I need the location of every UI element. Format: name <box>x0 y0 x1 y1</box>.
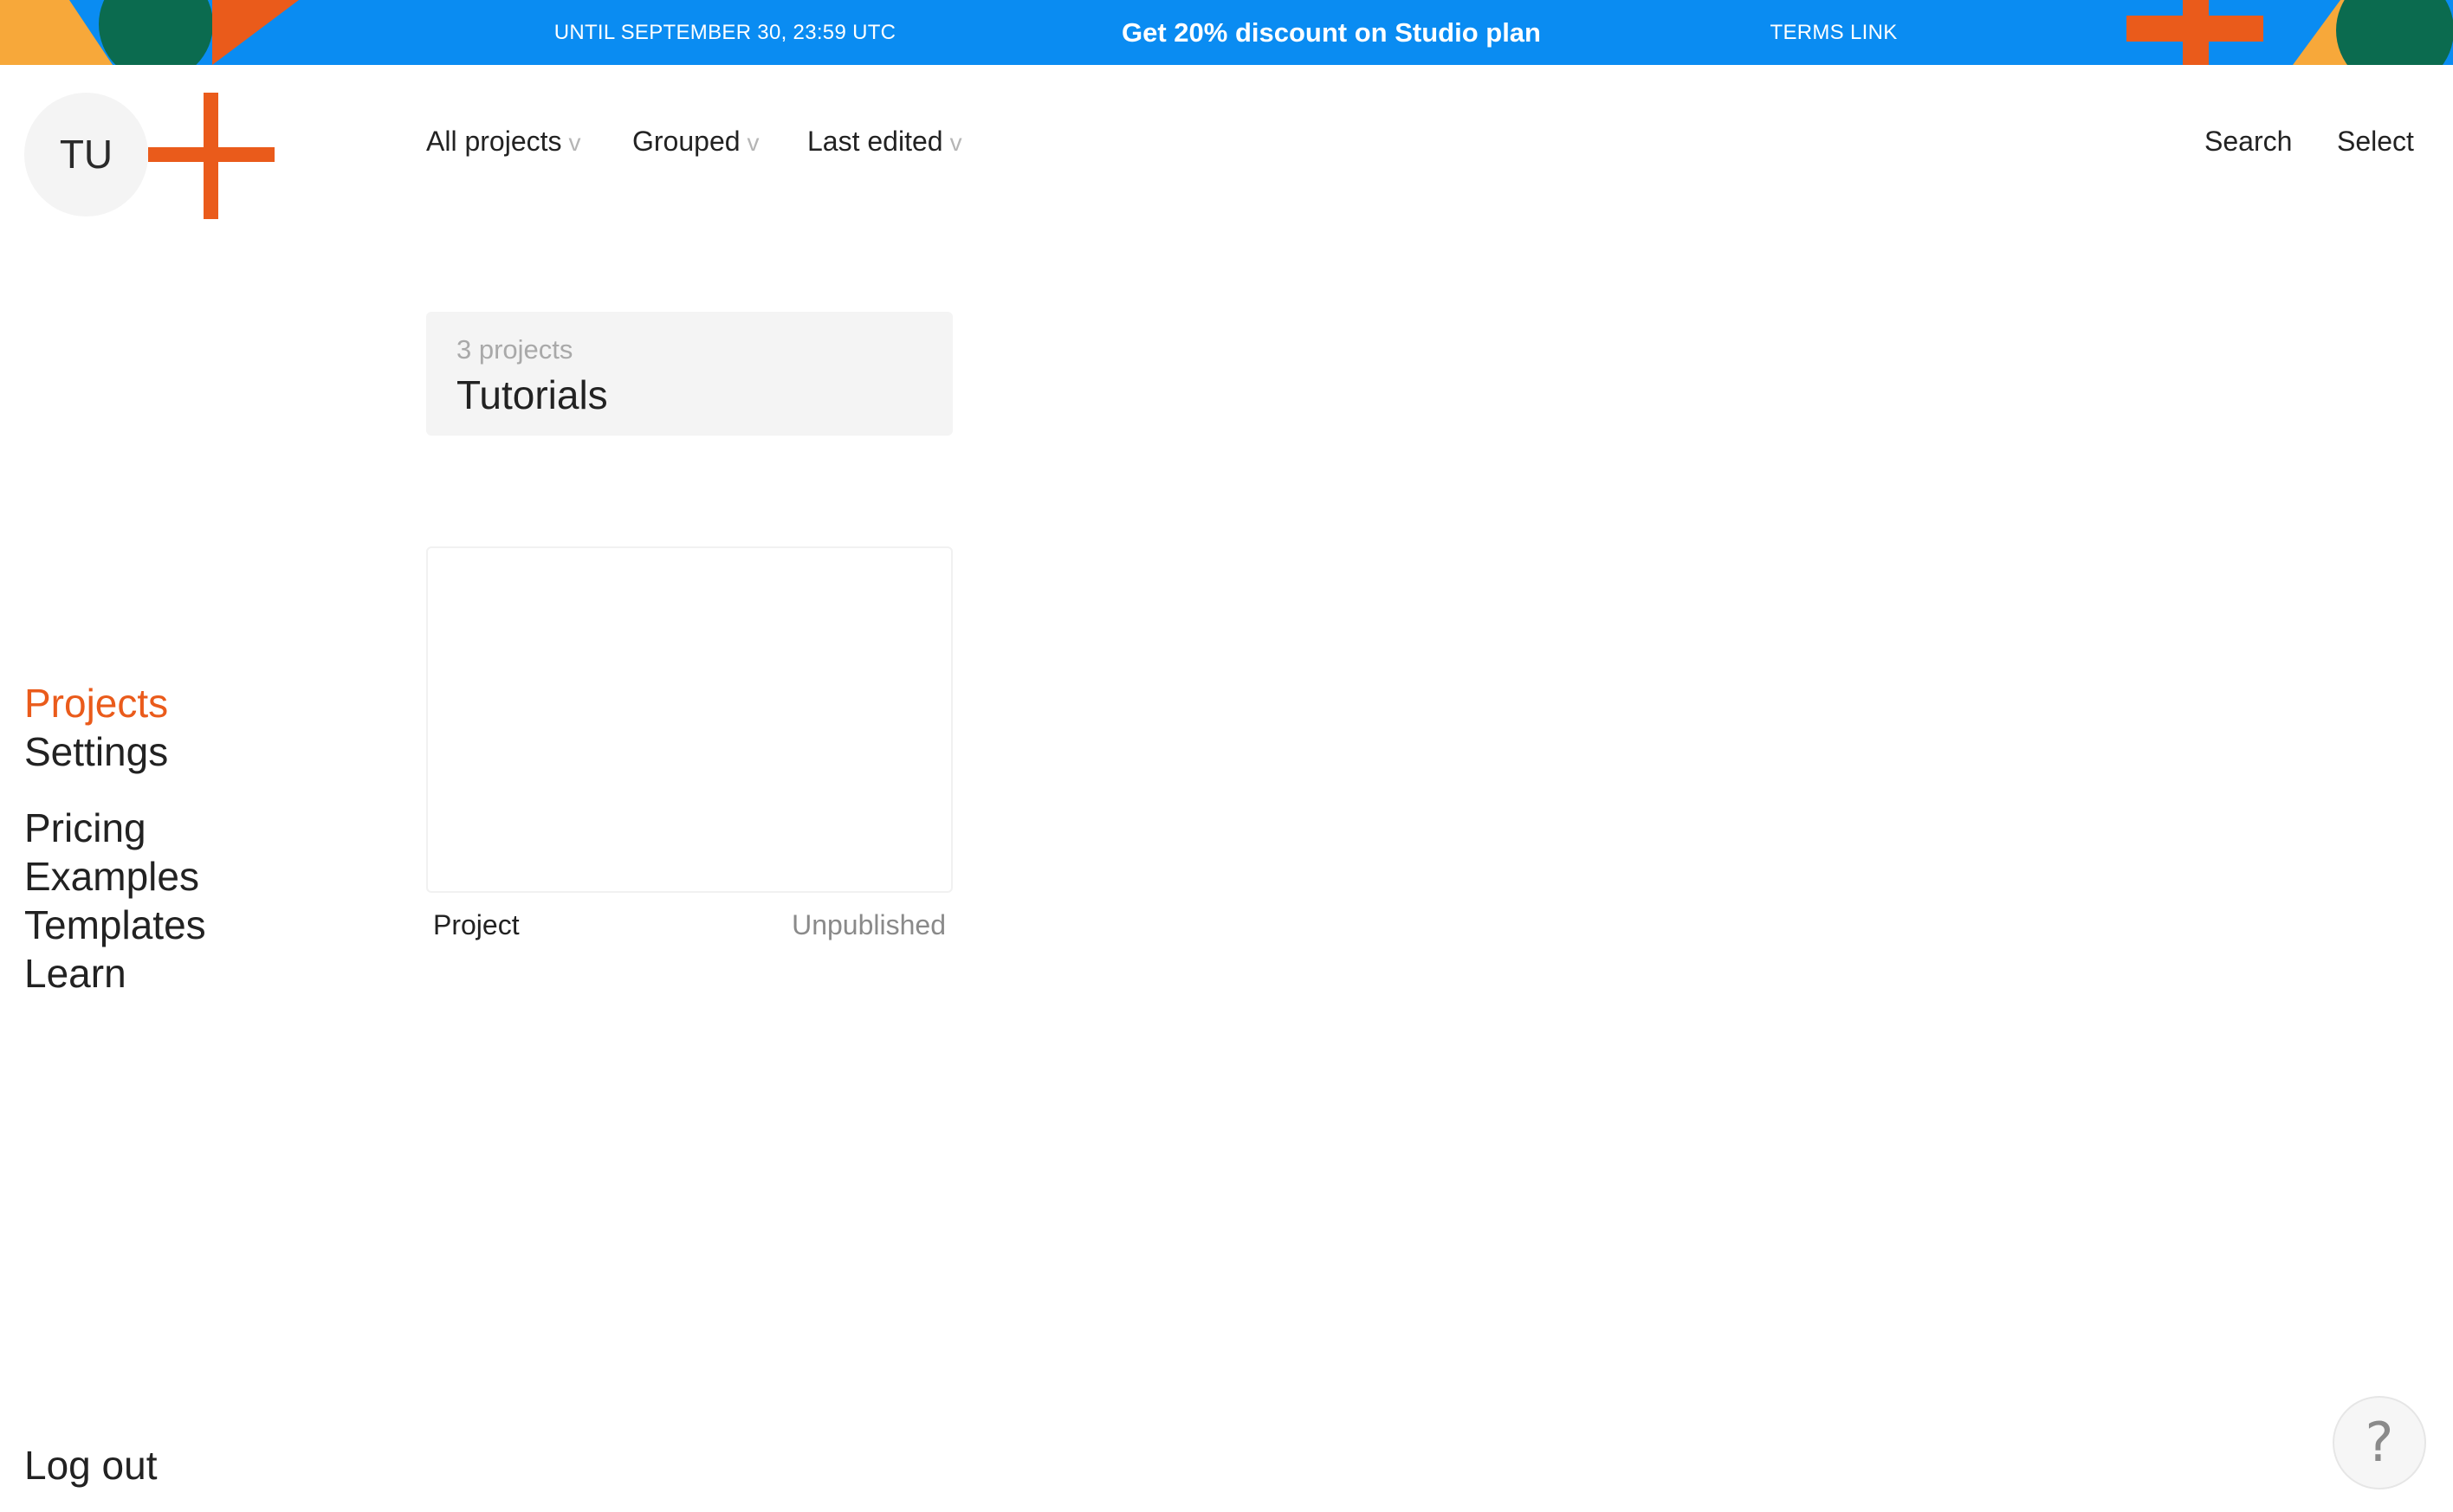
banner-terms-link[interactable]: TERMS LINK <box>1770 0 1897 65</box>
project-thumbnail[interactable] <box>426 546 953 893</box>
filter-dropdown-label: All projects <box>426 126 562 157</box>
plus-icon[interactable] <box>148 93 275 219</box>
nav-item-pricing[interactable]: Pricing <box>24 804 146 852</box>
nav-item-learn[interactable]: Learn <box>24 949 126 998</box>
nav-item-examples[interactable]: Examples <box>24 852 199 901</box>
group-dropdown[interactable]: Grouped v <box>632 126 760 158</box>
help-icon: ? <box>2365 1411 2394 1474</box>
banner-decoration-right <box>2126 0 2453 65</box>
nav-item-projects[interactable]: Projects <box>24 679 168 727</box>
nav-item-settings[interactable]: Settings <box>24 727 168 776</box>
group-dropdown-label: Grouped <box>632 126 741 157</box>
project-status-label: Unpublished <box>792 909 946 940</box>
filter-dropdown[interactable]: All projects v <box>426 126 581 158</box>
user-avatar[interactable]: TU <box>24 93 148 216</box>
folder-card-tutorials[interactable]: 3 projects Tutorials <box>426 312 953 436</box>
logout-link[interactable]: Log out <box>24 1441 157 1489</box>
project-name[interactable]: Project <box>433 909 520 941</box>
promo-banner: UNTIL SEPTEMBER 30, 23:59 UTC Get 20% di… <box>0 0 2453 65</box>
chevron-down-icon: v <box>949 129 962 156</box>
chevron-down-icon: v <box>568 129 581 156</box>
select-button[interactable]: Select <box>2337 126 2414 158</box>
search-button[interactable]: Search <box>2204 126 2292 158</box>
banner-offer-text: Get 20% discount on Studio plan <box>1122 17 1541 48</box>
chevron-down-icon: v <box>747 129 760 156</box>
sort-dropdown[interactable]: Last edited v <box>807 126 962 158</box>
folder-project-count: 3 projects <box>456 334 573 365</box>
banner-deadline-text: UNTIL SEPTEMBER 30, 23:59 UTC <box>553 21 896 44</box>
folder-name: Tutorials <box>456 372 608 417</box>
banner-decoration-left <box>0 0 299 65</box>
help-button[interactable]: ? <box>2333 1396 2426 1489</box>
sort-dropdown-label: Last edited <box>807 126 943 157</box>
nav-item-templates[interactable]: Templates <box>24 901 206 949</box>
